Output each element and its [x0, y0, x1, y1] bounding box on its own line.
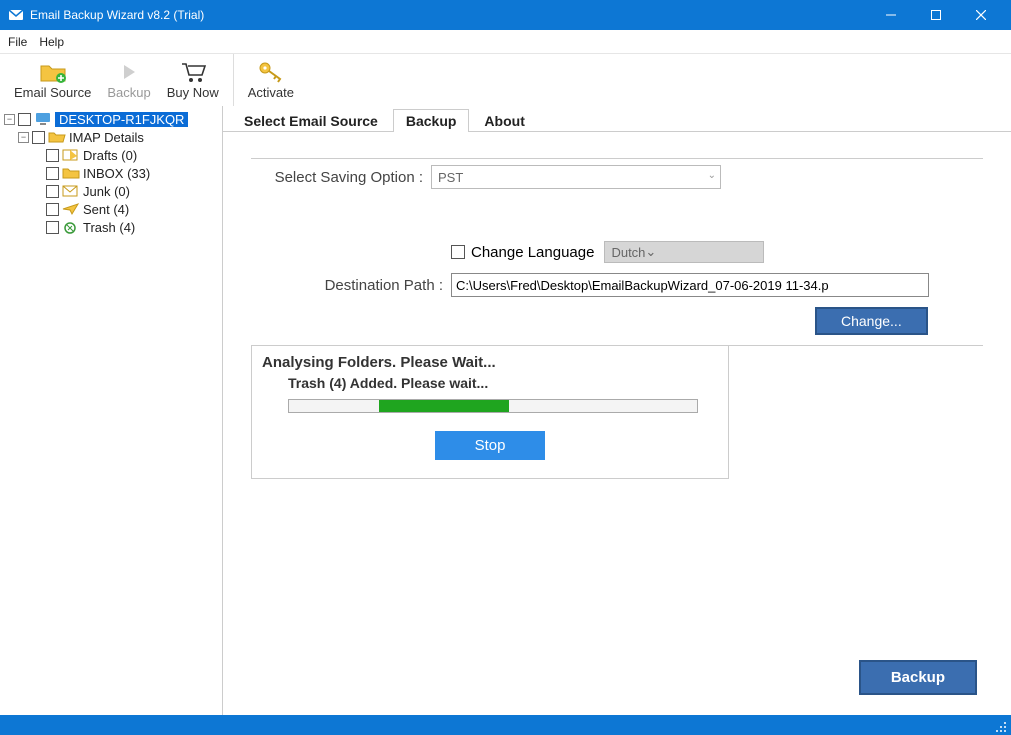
toolbar-activate[interactable]: Activate: [240, 59, 302, 102]
folder-open-icon: [48, 130, 66, 144]
menu-bar: File Help: [0, 30, 1011, 54]
saving-option-label: Select Saving Option :: [251, 169, 431, 186]
collapse-icon[interactable]: −: [4, 114, 15, 125]
checkbox[interactable]: [46, 221, 59, 234]
tree-item[interactable]: Sent (4): [4, 200, 222, 218]
saving-option-select[interactable]: PST ⌄: [431, 165, 721, 189]
progress-sub: Trash (4) Added. Please wait...: [288, 375, 718, 391]
collapse-icon[interactable]: −: [18, 132, 29, 143]
toolbar: Email Source Backup Buy Now Activate: [0, 54, 1011, 106]
checkbox[interactable]: [46, 203, 59, 216]
app-icon: [8, 7, 24, 23]
toolbar-backup-label: Backup: [107, 85, 150, 100]
toolbar-buy-now[interactable]: Buy Now: [159, 54, 227, 106]
tree-imap[interactable]: − IMAP Details: [4, 128, 222, 146]
destination-label: Destination Path :: [251, 277, 451, 294]
tree-imap-label: IMAP Details: [69, 130, 144, 145]
key-icon: [257, 61, 285, 83]
destination-path-value: C:\Users\Fred\Desktop\EmailBackupWizard_…: [456, 278, 829, 293]
progress-fill: [379, 400, 509, 412]
close-button[interactable]: [958, 0, 1003, 30]
checkbox[interactable]: [18, 113, 31, 126]
computer-icon: [34, 112, 52, 126]
toolbar-email-source[interactable]: Email Source: [6, 54, 99, 106]
right-panel: Select Email Source Backup About Select …: [222, 106, 1011, 715]
toolbar-backup[interactable]: Backup: [99, 54, 158, 106]
change-language-checkbox[interactable]: [451, 245, 465, 259]
tab-about[interactable]: About: [471, 109, 537, 132]
checkbox[interactable]: [32, 131, 45, 144]
tree-item-label: Drafts (0): [83, 148, 137, 163]
menu-file[interactable]: File: [8, 35, 27, 49]
language-select[interactable]: Dutch ⌄: [604, 241, 764, 263]
status-bar: [0, 715, 1011, 735]
tree-item-label: Junk (0): [83, 184, 130, 199]
progress-bar: [288, 399, 698, 413]
cart-icon: [179, 61, 207, 83]
toolbar-activate-label: Activate: [248, 85, 294, 100]
window-title: Email Backup Wizard v8.2 (Trial): [30, 8, 204, 22]
trash-icon: [62, 220, 80, 234]
inbox-icon: [62, 166, 80, 180]
menu-help[interactable]: Help: [39, 35, 64, 49]
sent-icon: [62, 202, 80, 216]
change-button[interactable]: Change...: [815, 307, 928, 335]
stop-button[interactable]: Stop: [435, 431, 546, 460]
folder-plus-icon: [39, 61, 67, 83]
change-language-label: Change Language: [471, 244, 594, 261]
tree-root[interactable]: − DESKTOP-R1FJKQR: [4, 110, 222, 128]
checkbox[interactable]: [46, 185, 59, 198]
folder-tree: − DESKTOP-R1FJKQR − IMAP Details Drafts …: [0, 106, 222, 715]
tree-root-label: DESKTOP-R1FJKQR: [55, 112, 188, 127]
play-icon: [115, 61, 143, 83]
backup-button[interactable]: Backup: [859, 660, 977, 695]
tree-item-label: Sent (4): [83, 202, 129, 217]
tree-item-label: Trash (4): [83, 220, 135, 235]
tree-item[interactable]: INBOX (33): [4, 164, 222, 182]
junk-icon: [62, 184, 80, 198]
toolbar-buy-now-label: Buy Now: [167, 85, 219, 100]
progress-panel: Analysing Folders. Please Wait... Trash …: [251, 345, 729, 479]
drafts-icon: [62, 148, 80, 162]
checkbox[interactable]: [46, 167, 59, 180]
minimize-button[interactable]: [868, 0, 913, 30]
language-value: Dutch: [611, 245, 645, 260]
chevron-down-icon: ⌄: [645, 244, 656, 260]
tree-item[interactable]: Junk (0): [4, 182, 222, 200]
tab-strip: Select Email Source Backup About: [223, 106, 1011, 132]
title-bar: Email Backup Wizard v8.2 (Trial): [0, 0, 1011, 30]
divider: [251, 158, 983, 159]
maximize-button[interactable]: [913, 0, 958, 30]
tab-backup[interactable]: Backup: [393, 109, 470, 132]
destination-path-input[interactable]: C:\Users\Fred\Desktop\EmailBackupWizard_…: [451, 273, 929, 297]
checkbox[interactable]: [46, 149, 59, 162]
tree-item-label: INBOX (33): [83, 166, 150, 181]
tree-item[interactable]: Drafts (0): [4, 146, 222, 164]
progress-title: Analysing Folders. Please Wait...: [262, 354, 718, 371]
tree-item[interactable]: Trash (4): [4, 218, 222, 236]
chevron-down-icon: ⌄: [708, 170, 716, 181]
resize-grip-icon[interactable]: [995, 721, 1007, 733]
saving-option-value: PST: [438, 170, 463, 185]
tab-select-source[interactable]: Select Email Source: [231, 109, 391, 132]
toolbar-email-source-label: Email Source: [14, 85, 91, 100]
